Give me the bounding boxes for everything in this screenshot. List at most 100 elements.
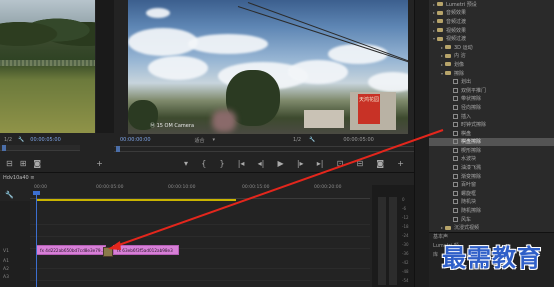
track-label[interactable]: A2 — [3, 267, 9, 272]
effects-folder[interactable]: ▸ 音频过渡 — [429, 17, 554, 26]
go-to-out-icon[interactable]: ▸| — [317, 159, 324, 168]
transition-icon — [453, 96, 458, 102]
program-fraction[interactable]: 1/2 — [293, 137, 301, 143]
effects-item[interactable]: 时钟式擦除 — [429, 120, 554, 129]
program-scrubber[interactable] — [114, 146, 414, 152]
effects-item[interactable]: 划出 — [429, 77, 554, 86]
effects-folder[interactable]: ▾ 擦除 — [429, 69, 554, 78]
source-fence — [0, 60, 95, 66]
wrench-icon[interactable]: 🔧 — [0, 191, 30, 201]
step-forward-icon[interactable]: |▸ — [297, 159, 304, 168]
camera-icon[interactable]: ◙ — [376, 159, 384, 168]
effects-item-label: 视频效果 — [446, 27, 467, 34]
effects-item[interactable]: 楔形擦除 — [429, 146, 554, 155]
transition-icon — [453, 216, 458, 222]
track-label[interactable]: V1 — [3, 249, 9, 254]
wrench-icon[interactable]: 🔧 — [18, 137, 24, 143]
transition-icon — [453, 156, 458, 162]
in-point-icon[interactable]: { — [201, 159, 206, 168]
effects-item[interactable]: 棋盘 — [429, 129, 554, 138]
sequence-tab[interactable]: Hdv10a40 ≡ — [0, 173, 414, 183]
effects-item-label: 内 溶 — [454, 53, 466, 60]
effects-item[interactable]: 水波块 — [429, 155, 554, 164]
effects-item[interactable]: 棋盘擦除 — [429, 137, 554, 147]
lift-icon[interactable]: ⊡ — [337, 159, 344, 168]
effects-item-label: 棋盘擦除 — [461, 139, 482, 146]
time-tick: 00:00 — [34, 185, 47, 190]
time-tick: 00:00:10:00 — [168, 185, 196, 190]
work-area-bar[interactable] — [36, 199, 236, 201]
video-clip[interactable]: fx 63eb6f3f5ad012ab98e3 — [113, 245, 179, 255]
effects-folder[interactable]: ▸ 沉浸式视频 — [429, 223, 554, 232]
effects-item[interactable]: 随机擦除 — [429, 206, 554, 215]
source-trees — [0, 10, 95, 50]
camera-icon[interactable]: ◙ — [33, 159, 41, 168]
go-to-in-icon[interactable]: |◂ — [238, 159, 245, 168]
transition-icon — [453, 182, 458, 188]
source-scrubber[interactable] — [0, 145, 80, 151]
transition-drop-target[interactable] — [103, 247, 113, 257]
effects-item[interactable]: 带状擦除 — [429, 95, 554, 104]
effects-item[interactable]: 随机块 — [429, 198, 554, 207]
effects-item-label: 时钟式擦除 — [461, 122, 487, 129]
folder-icon — [445, 45, 451, 50]
effects-item-label: 双侧平推门 — [461, 87, 487, 94]
source-timecode[interactable]: 00:00:05:00 — [30, 137, 61, 143]
effects-item-label: 百叶窗 — [461, 182, 477, 189]
add-icon[interactable]: + — [397, 159, 404, 168]
effects-item[interactable]: 风车 — [429, 215, 554, 224]
effects-scrollbar[interactable] — [415, 0, 429, 287]
effects-folder[interactable]: ▸ 3D 运动 — [429, 43, 554, 52]
effects-folder[interactable]: ▸ Lumetri 预设 — [429, 0, 554, 9]
effects-item[interactable]: 双侧平推门 — [429, 86, 554, 95]
meter-tick: -36 — [402, 251, 409, 256]
effects-tree: ▸ Lumetri 预设 ▸ 音频效果 ▸ 音频过渡 ▸ 视频效果 ▾ 视频过渡 ▸ 3D 运动 ▸ 内 … — [429, 0, 554, 266]
program-timecode[interactable]: 00:00:00:00 — [120, 137, 151, 143]
effects-item[interactable]: 渐变擦除 — [429, 172, 554, 181]
fit-select[interactable]: 适合 — [195, 137, 205, 144]
source-fraction[interactable]: 1/2 — [4, 137, 12, 143]
meter-tick: -42 — [402, 260, 409, 265]
meter-tick: 0 — [402, 197, 405, 202]
effects-folder[interactable]: ▸ 音频效果 — [429, 9, 554, 18]
track-label[interactable]: A1 — [3, 259, 9, 264]
effects-item-label: 螺旋框 — [461, 190, 477, 197]
effects-folder[interactable]: ▸ 内 溶 — [429, 52, 554, 61]
effects-item-label: 音频过渡 — [446, 18, 467, 25]
meter-tick: -12 — [402, 215, 409, 220]
effects-folder[interactable]: ▸ 视频效果 — [429, 26, 554, 35]
effects-item[interactable]: 插入 — [429, 112, 554, 121]
source-playhead[interactable] — [2, 145, 6, 151]
insert-icon[interactable]: ⊟ — [6, 159, 13, 168]
timeline-playhead[interactable] — [33, 191, 40, 287]
effects-folder[interactable]: ▸ 划像 — [429, 60, 554, 69]
effects-item[interactable]: 百叶窗 — [429, 180, 554, 189]
effects-folder[interactable]: ▾ 视频过渡 — [429, 34, 554, 43]
wrench-icon[interactable]: 🔧 — [309, 137, 315, 143]
transition-icon — [453, 173, 458, 179]
video-clip[interactable]: fx 4d222ab650bd7cd8e3e79... — [36, 245, 106, 255]
marker-icon[interactable]: ▾ — [184, 159, 188, 168]
transition-icon — [453, 190, 458, 196]
meter-tick: -48 — [402, 269, 409, 274]
time-tick: 00:00:05:00 — [96, 185, 124, 190]
effects-item-label: 水波块 — [461, 156, 477, 163]
add-icon[interactable]: + — [96, 159, 103, 168]
program-playhead[interactable] — [116, 146, 120, 152]
effects-item[interactable]: 螺旋框 — [429, 189, 554, 198]
blurred-region — [212, 110, 236, 132]
chevron-down-icon[interactable]: ▾ — [213, 137, 216, 143]
track-row — [30, 269, 370, 281]
extract-icon[interactable]: ⊟ — [356, 159, 363, 168]
source-controls: ⊟ ⊞ ◙ + — [0, 157, 120, 169]
out-point-icon[interactable]: } — [219, 159, 224, 168]
program-monitor: 天鸿花园 Ⓜ 15 OM Camera 00:00:00:00 适合 ▾ 1/2… — [114, 0, 414, 172]
step-back-icon[interactable]: ◂| — [258, 159, 265, 168]
effects-item-label: 划出 — [461, 79, 472, 86]
overwrite-icon[interactable]: ⊞ — [20, 159, 27, 168]
play-icon[interactable]: ▶ — [278, 159, 284, 168]
effects-item[interactable]: 油漆飞溅 — [429, 163, 554, 172]
folder-icon — [437, 28, 443, 33]
effects-item[interactable]: 径向擦除 — [429, 103, 554, 112]
track-label[interactable]: A3 — [3, 275, 9, 280]
